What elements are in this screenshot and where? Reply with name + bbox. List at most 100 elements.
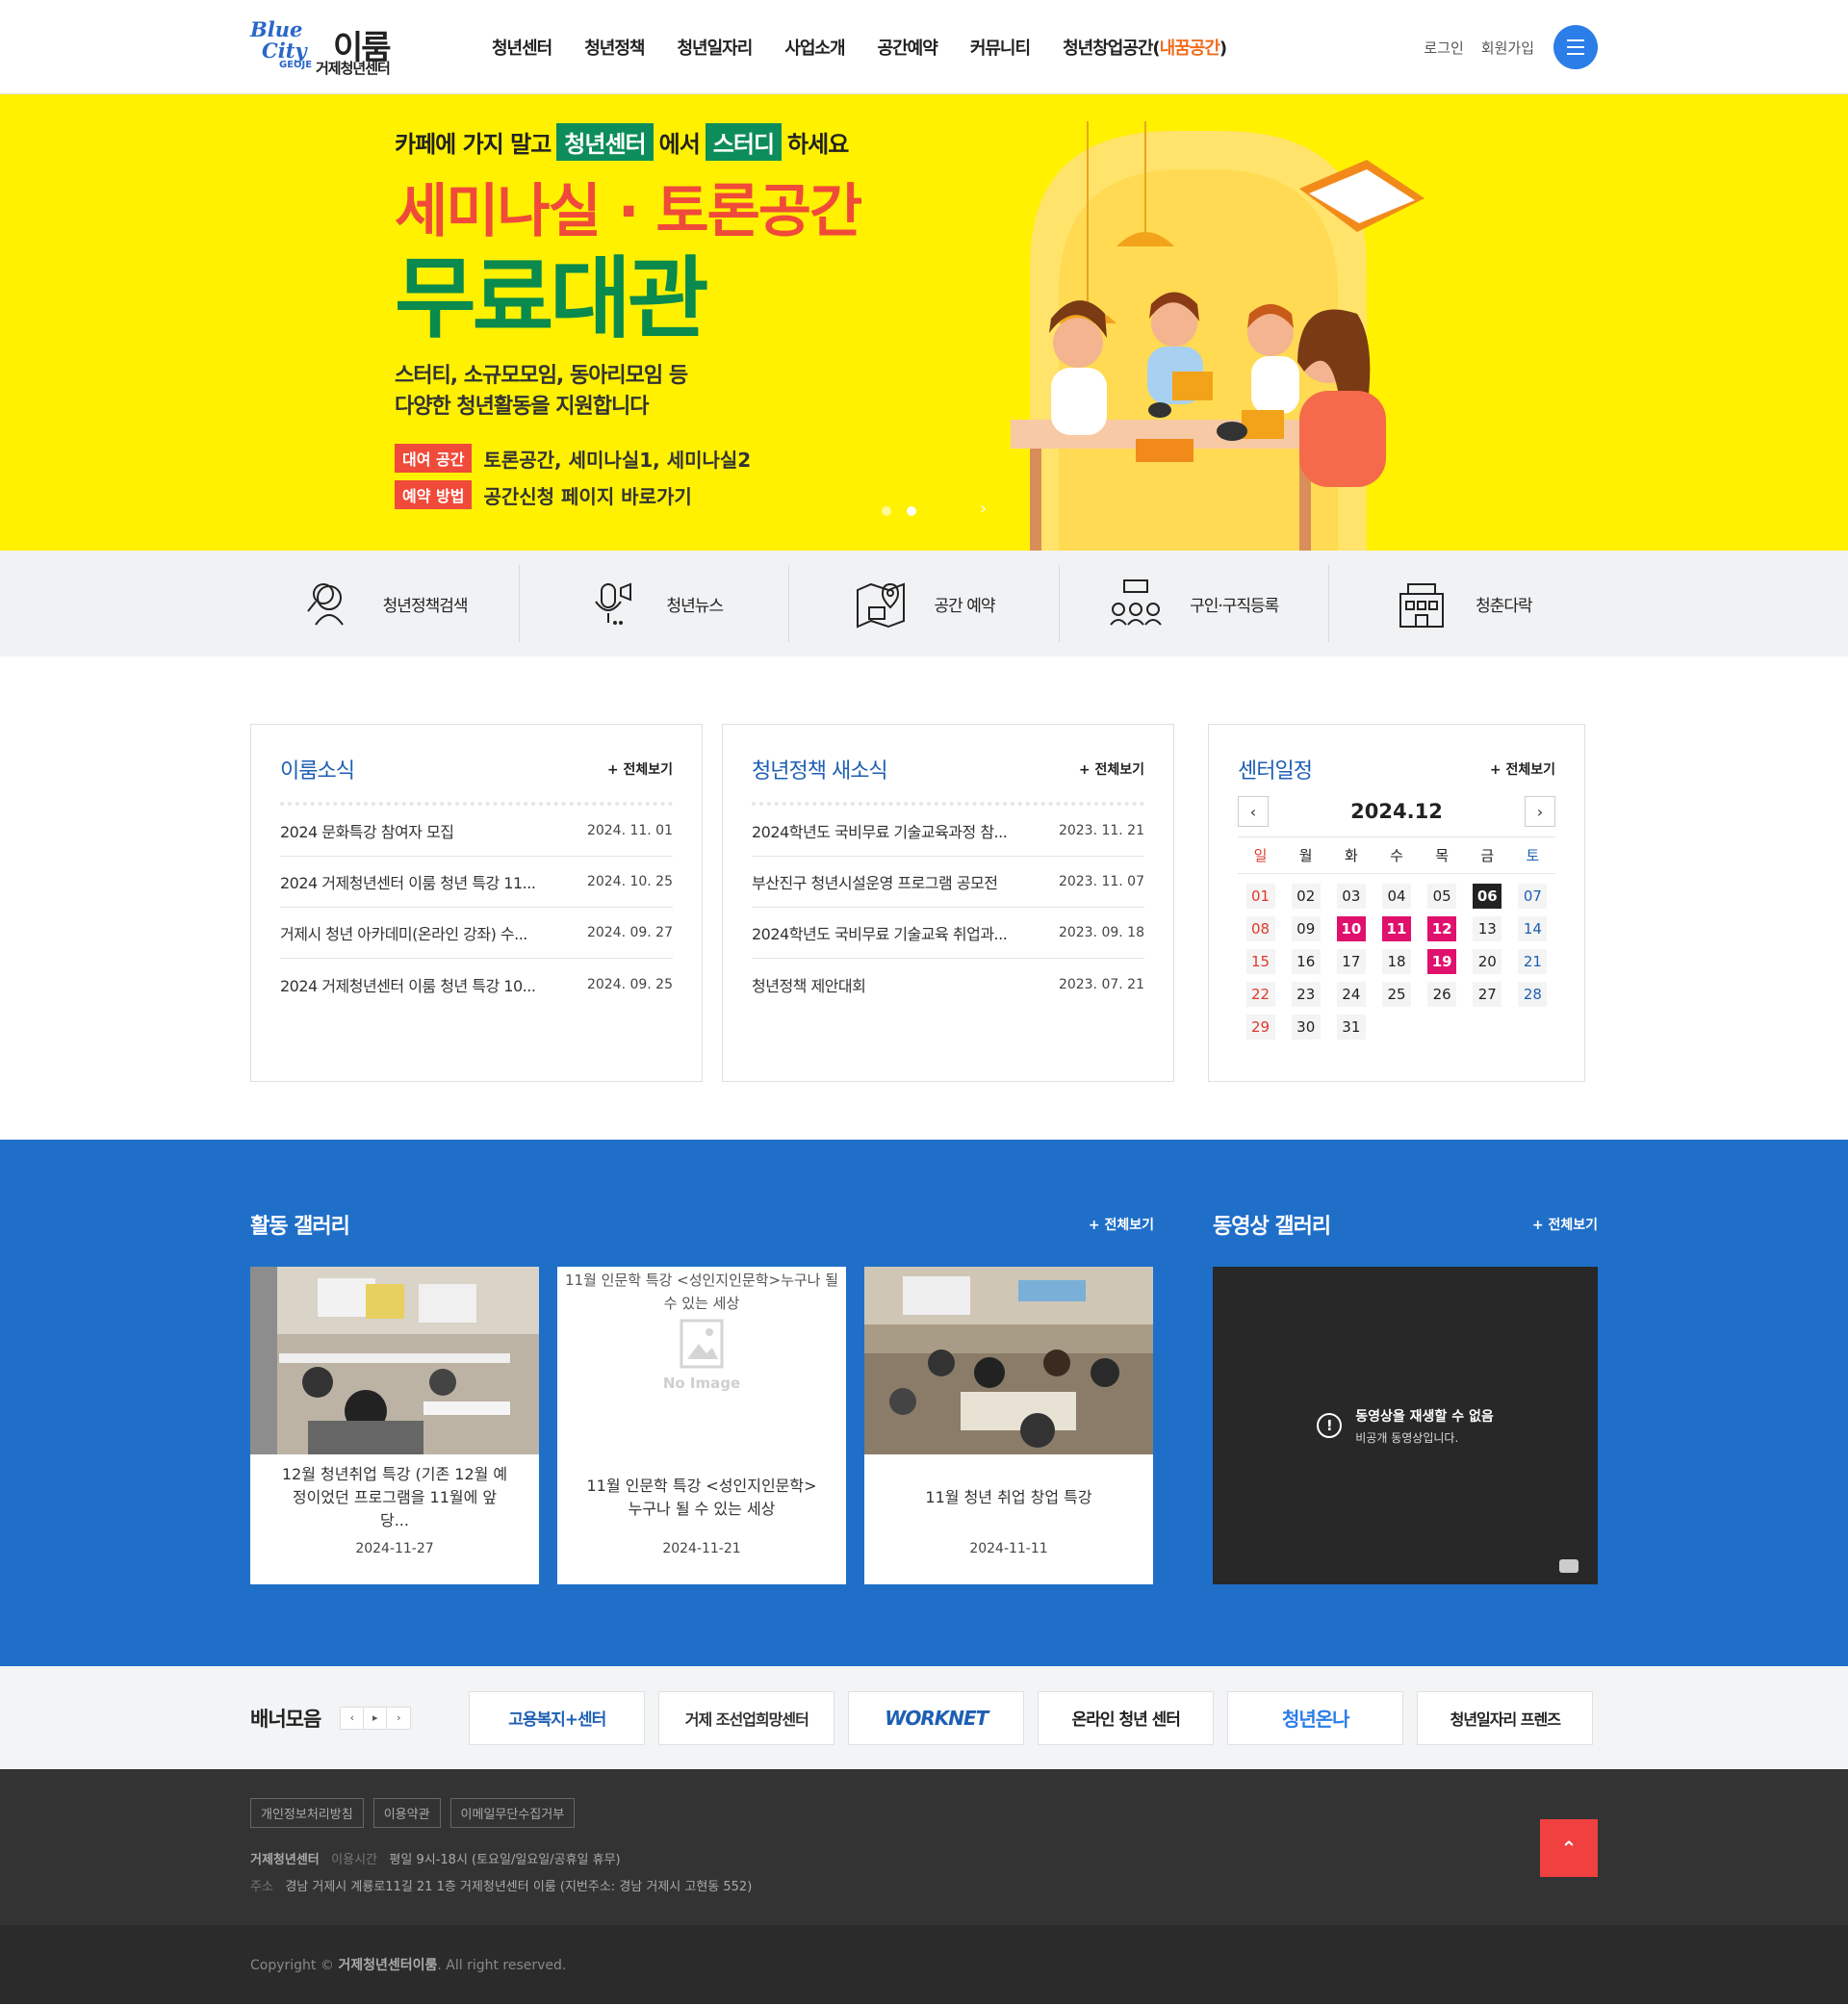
calendar-day[interactable]: 13 [1473,916,1502,941]
hero-banner[interactable]: 카페에 가지 말고 청년센터 에서 스터디 하세요 세미나실 · 토론공간 무료… [0,94,1848,551]
quick-space-reservation[interactable]: 공간 예약 [789,565,1060,642]
calendar-prev-button[interactable]: ‹ [1238,796,1269,827]
nav-space-reservation[interactable]: 공간예약 [861,35,954,60]
calendar-day[interactable]: 25 [1381,982,1411,1007]
list-item[interactable]: 청년정책 제안대회 2023. 07. 21 [752,959,1144,1010]
banner-next-button[interactable]: › [387,1708,410,1729]
more-link[interactable]: 전체보기 [607,759,673,779]
banner-employment-welfare[interactable]: 고용복지+센터 [469,1690,646,1745]
photo-gallery: 활동 갤러리 전체보기 [250,1209,1154,1584]
quick-youth-attic[interactable]: 청춘다락 [1329,565,1598,642]
nav-youth-policy[interactable]: 청년정책 [568,35,660,60]
list-item[interactable]: 거제시 청년 아카데미(온라인 강좌) 수... 2024. 09. 27 [280,908,673,959]
banner-play-button[interactable]: ▸ [364,1707,388,1729]
calendar-day[interactable]: 03 [1336,884,1366,909]
nav-youth-center[interactable]: 청년센터 [475,35,568,60]
more-link[interactable]: 전체보기 [1089,1215,1154,1234]
calendar-day[interactable]: 02 [1291,884,1321,909]
calendar-day[interactable]: 12 [1427,916,1457,941]
calendar-day[interactable]: 01 [1245,884,1275,909]
weekday-label: 수 [1390,847,1403,864]
calendar-day[interactable]: 11 [1381,916,1411,941]
calendar-day[interactable]: 29 [1245,1015,1275,1040]
join-link[interactable]: 회원가입 [1481,38,1534,58]
calendar-day[interactable]: 24 [1336,982,1366,1007]
weekday-label: 월 [1298,847,1313,864]
more-link[interactable]: 전체보기 [1532,1215,1598,1234]
banner-controls: ‹ ▸ › [340,1706,412,1730]
calendar-day[interactable]: 14 [1518,916,1548,941]
video-player[interactable]: ! 동영상을 재생할 수 없음 비공개 동영상입니다. [1213,1267,1598,1584]
list-item[interactable]: 2024 거제청년센터 이룸 청년 특강 11... 2024. 10. 25 [280,857,673,908]
calendar-day[interactable]: 09 [1291,916,1321,941]
slider-dot-active[interactable] [907,506,916,516]
calendar-day[interactable]: 05 [1427,884,1457,909]
calendar-day[interactable]: 07 [1518,884,1548,909]
calendar-day[interactable]: 06 [1473,884,1502,909]
list-item[interactable]: 2024학년도 국비무료 기술교육 취업과... 2023. 09. 18 [752,908,1144,959]
site-logo[interactable]: Blue City GEOJE 이룸 거제청년센터 [250,19,414,77]
login-link[interactable]: 로그인 [1424,38,1463,58]
main-nav: 청년센터 청년정책 청년일자리 사업소개 공간예약 커뮤니티 청년창업공간(내꿈… [475,35,1243,60]
banner-shipbuilding-hope[interactable]: 거제 조선업희망센터 [658,1690,835,1745]
gallery-card[interactable]: 11월 청년 취업 창업 특강 2024-11-11 [864,1267,1153,1584]
policy-list: 2024학년도 국비무료 기술교육과정 참... 2023. 11. 21 부산진구… [752,806,1144,1010]
banner-youth-job-friends[interactable]: 청년일자리 프렌즈 [1417,1690,1594,1745]
util-links: 로그인 회원가입 [1424,25,1598,69]
quick-youth-news[interactable]: 청년뉴스 [520,565,790,642]
youtube-icon[interactable] [1559,1559,1578,1573]
calendar-day[interactable]: 21 [1518,949,1548,974]
calendar-day[interactable]: 15 [1245,949,1275,974]
calendar-day[interactable]: 17 [1336,949,1366,974]
image-placeholder-icon [680,1319,724,1369]
calendar-day[interactable]: 23 [1291,982,1321,1007]
schedule-calendar: 센터일정 전체보기 ‹ 2024.12 › 일 월 화 수 목 금 토 01 02 03 04 05… [1208,724,1585,1082]
email-refusal-link[interactable]: 이메일무단수집거부 [449,1798,576,1828]
board-title: 청년정책 새소식 [752,759,888,784]
news-board: 이룸소식 전체보기 2024 문화특강 참여자 모집2024. 11. 0120… [250,724,703,1082]
more-link[interactable]: 전체보기 [1079,759,1144,779]
hero-info-row[interactable]: 예약 방법 공간신청 페이지 바로가기 [395,480,860,509]
calendar-next-button[interactable]: › [1525,796,1555,827]
terms-link[interactable]: 이용약관 [372,1798,441,1828]
quick-policy-search[interactable]: 청년정책검색 [250,565,521,642]
list-item[interactable]: 2024 거제청년센터 이룸 청년 특강 10... 2024. 09. 25 [280,959,673,1010]
banner-online-youth-center[interactable]: 온라인 청년 센터 [1038,1690,1215,1745]
calendar-day[interactable]: 16 [1291,949,1321,974]
banner-youth-onna[interactable]: 청년온나 [1227,1690,1404,1745]
calendar-day[interactable]: 31 [1336,1015,1366,1040]
slider-dot[interactable] [882,506,891,516]
calendar-day[interactable]: 22 [1245,982,1275,1007]
calendar-day[interactable]: 26 [1427,982,1457,1007]
gallery-card[interactable]: 11월 인문학 특강 <성인지인문학>누구나 될 수 있는 세상 No Imag… [557,1267,846,1584]
site-footer: 개인정보처리방침 이용약관 이메일무단수집거부 거제청년센터 이용시간 평일 9… [0,1769,1848,1925]
slider-next-icon[interactable]: › [980,499,987,519]
gallery-card[interactable]: 12월 청년취업 특강 (기존 12월 예정이었던 프로그램을 11월에 앞당.… [250,1267,539,1584]
banner-prev-button[interactable]: ‹ [341,1707,365,1729]
calendar-day[interactable]: 28 [1518,982,1548,1007]
nav-youth-jobs[interactable]: 청년일자리 [661,35,769,60]
list-item[interactable]: 2024 문화특강 참여자 모집 2024. 11. 01 [280,806,673,857]
calendar-day[interactable]: 18 [1381,949,1411,974]
banner-worknet[interactable]: WORKNET [848,1690,1025,1745]
nav-startup-space[interactable]: 청년창업공간(내꿈공간) [1046,35,1243,60]
calendar-day[interactable]: 20 [1473,949,1502,974]
calendar-day[interactable]: 08 [1245,916,1275,941]
calendar-day[interactable]: 10 [1336,916,1366,941]
nav-business[interactable]: 사업소개 [768,35,860,60]
quick-job-register[interactable]: 구인·구직등록 [1060,565,1329,642]
privacy-policy-link[interactable]: 개인정보처리방침 [250,1798,364,1828]
scroll-top-button[interactable]: ⌃ [1540,1819,1598,1877]
calendar-day[interactable]: 04 [1381,884,1411,909]
calendar-day[interactable]: 27 [1473,982,1502,1007]
nav-community[interactable]: 커뮤니티 [954,35,1046,60]
hamburger-menu-button[interactable] [1553,25,1598,69]
gallery-title: 활동 갤러리 [250,1215,350,1239]
calendar-day[interactable]: 30 [1291,1015,1321,1040]
more-link[interactable]: 전체보기 [1490,759,1555,779]
calendar-day[interactable]: 19 [1427,949,1457,974]
list-item[interactable]: 2024학년도 국비무료 기술교육과정 참... 2023. 11. 21 [752,806,1144,857]
list-item[interactable]: 부산진구 청년시설운영 프로그램 공모전 2023. 11. 07 [752,857,1144,908]
hero-headline: 카페에 가지 말고 청년센터 에서 스터디 하세요 [395,123,860,161]
building-icon [1399,583,1445,628]
